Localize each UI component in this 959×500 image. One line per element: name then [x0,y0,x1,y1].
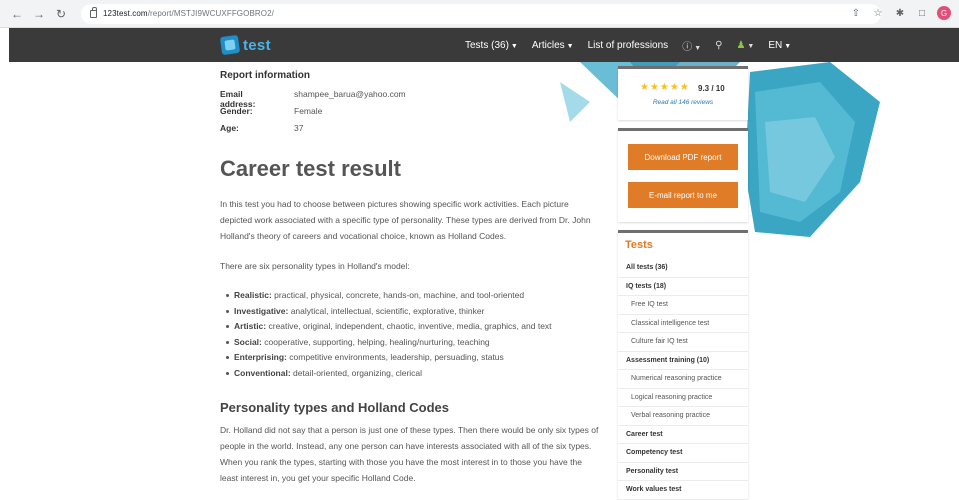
intro-paragraph: In this test you had to choose between p… [220,199,591,241]
personality-types-list: Realistic: practical, physical, concrete… [226,290,606,383]
section-heading: Personality types and Holland Codes [220,400,449,415]
sidebar-item-all-tests-36[interactable]: All tests (36) [618,259,748,278]
email-value: shampee_barua@yahoo.com [294,89,406,99]
back-arrow-icon[interactable]: ← [9,6,25,22]
sidebar-item-verbal-reasoning-practice[interactable]: Verbal reasoning practice [618,407,748,426]
url-text: 123test.com/report/MSTJI9WCUXFFGOBRO2/ [103,9,274,18]
email-report-button[interactable]: E-mail report to me [628,182,738,208]
reload-icon[interactable]: ↻ [53,6,69,22]
search-icon[interactable]: ⚲ [715,40,722,51]
nav-list-of-professions[interactable]: List of professions [588,40,669,51]
share-icon[interactable]: ⇧ [849,6,863,20]
type-desc: creative, original, independent, chaotic… [268,321,552,331]
read-reviews-link[interactable]: Read all 146 reviews [618,99,748,106]
main-nav: Tests (36) ▼ Articles ▼ List of profession… [465,38,805,53]
tests-menu-title: Tests [625,239,653,251]
language-selector[interactable]: EN ▼ [768,40,791,51]
chevron-down-icon: ▼ [510,43,518,50]
bullet-dot [226,325,229,329]
type-desc: cooperative, supporting, helping, healin… [264,336,490,347]
type-desc: detail-oriented, organizing, clerical [293,367,423,378]
sidebar-item-personality-test[interactable]: Personality test [618,463,748,481]
sidebar-item-numerical-reasoning-practice[interactable]: Numerical reasoning practice [618,370,748,389]
list-item: Artistic: creative, original, independen… [226,321,606,337]
language-label: EN [768,40,783,51]
sidebar-item-career-test[interactable]: Career test [618,426,748,444]
age-label: Age: [220,123,239,133]
sidebar-item-logical-reasoning-practice[interactable]: Logical reasoning practice [618,389,748,407]
page-title: Career test result [220,156,401,181]
bullet-dot [226,309,229,313]
type-desc: competitive environments, leadership, pe… [289,352,504,362]
gender-label: Gender: [220,106,253,116]
gender-value: Female [294,106,323,116]
nav-professions-label: List of professions [587,40,669,51]
type-name: Realistic: [234,290,272,300]
site-logo[interactable]: test [219,34,271,56]
chevron-down-icon: ▼ [566,43,574,50]
browser-actions: ⇧ ☆ ✱ □ G [849,6,951,20]
list-item: Social: cooperative, supporting, helping… [226,337,606,353]
tests-menu: Tests All tests (36) IQ tests (18) Free IQ… [618,230,748,500]
bullet-dot [226,340,229,344]
download-pdf-button[interactable]: Download PDF report [628,144,738,170]
side-panel-icon[interactable]: □ [915,6,929,20]
browser-toolbar: ← → ↻ 123test.com/report/MSTJI9WCUXFFGOB… [0,0,959,28]
type-name: Conventional: [234,367,291,378]
list-item: Realistic: practical, physical, concrete… [226,290,606,306]
logo-cube-icon [219,34,241,56]
list-item: Conventional: detail-oriented, organizin… [226,368,606,384]
chevron-down-icon: ▼ [747,43,755,50]
type-name: Artistic: [234,321,267,331]
info-icon[interactable]: ⓘ ▼ [682,38,701,53]
list-item: Investigative: analytical, intellectual,… [226,306,606,322]
holland-paragraph: Dr. Holland did not say that a person is… [220,425,599,483]
sidebar-item-work-values-test[interactable]: Work values test [618,481,748,500]
sidebar-item-assessment-training-10[interactable]: Assessment training (10) [618,352,748,370]
extensions-puzzle-icon[interactable]: ✱ [893,6,907,20]
bullet-dot [226,356,229,360]
rating-box: ★★★★★ 9.3 / 10 Read all 146 reviews [618,66,748,120]
rating-score: 9.3 / 10 [698,84,725,93]
type-name: Investigative: [234,305,289,316]
sidebar-item-classical-intelligence-test[interactable]: Classical intelligence test [618,315,748,333]
sidebar-item-culture-fair-iq-test[interactable]: Culture fair IQ test [618,333,748,352]
list-item: Enterprising: competitive environments, … [226,352,606,368]
lock-icon [90,6,97,18]
logo-text: test [243,36,271,54]
forward-arrow-icon[interactable]: → [31,6,47,22]
address-bar[interactable]: 123test.com/report/MSTJI9WCUXFFGOBRO2/ [81,3,881,24]
report-actions-box: Download PDF report E-mail report to me [618,128,748,222]
type-desc: practical, physical, concrete, hands-on,… [274,290,525,300]
type-desc: analytical, intellectual, scientific, ex… [290,305,485,316]
sidebar-item-free-iq-test[interactable]: Free IQ test [618,296,748,315]
chevron-down-icon: ▼ [784,43,792,50]
nav-articles[interactable]: Articles ▼ [532,40,574,51]
six-types-paragraph: There are six personality types in Holla… [220,261,410,271]
nav-tests[interactable]: Tests (36) ▼ [465,40,518,51]
profile-avatar[interactable]: G [937,6,951,20]
chevron-down-icon: ▼ [694,45,702,52]
age-value: 37 [294,123,304,133]
type-name: Social: [234,336,262,347]
rating-stars-icon: ★★★★★ [640,82,690,93]
bullet-dot [226,294,229,298]
report-info-heading: Report information [220,70,310,81]
nav-articles-label: Articles [531,40,565,51]
user-icon[interactable]: ♟ ▼ [736,40,754,51]
site-header: test Tests (36) ▼ Articles ▼ List of profe… [9,28,959,62]
url-path: /report/MSTJI9WCUXFFGOBRO2/ [147,9,274,18]
nav-tests-label: Tests (36) [465,40,509,51]
bookmark-star-icon[interactable]: ☆ [871,6,885,20]
url-domain: 123test.com [103,9,148,18]
tests-list: All tests (36) IQ tests (18) Free IQ test C… [618,259,748,500]
bullet-dot [226,371,229,375]
sidebar-item-iq-tests-18[interactable]: IQ tests (18) [618,278,748,296]
type-name: Enterprising: [234,352,287,362]
sidebar-item-competency-test[interactable]: Competency test [618,444,748,463]
